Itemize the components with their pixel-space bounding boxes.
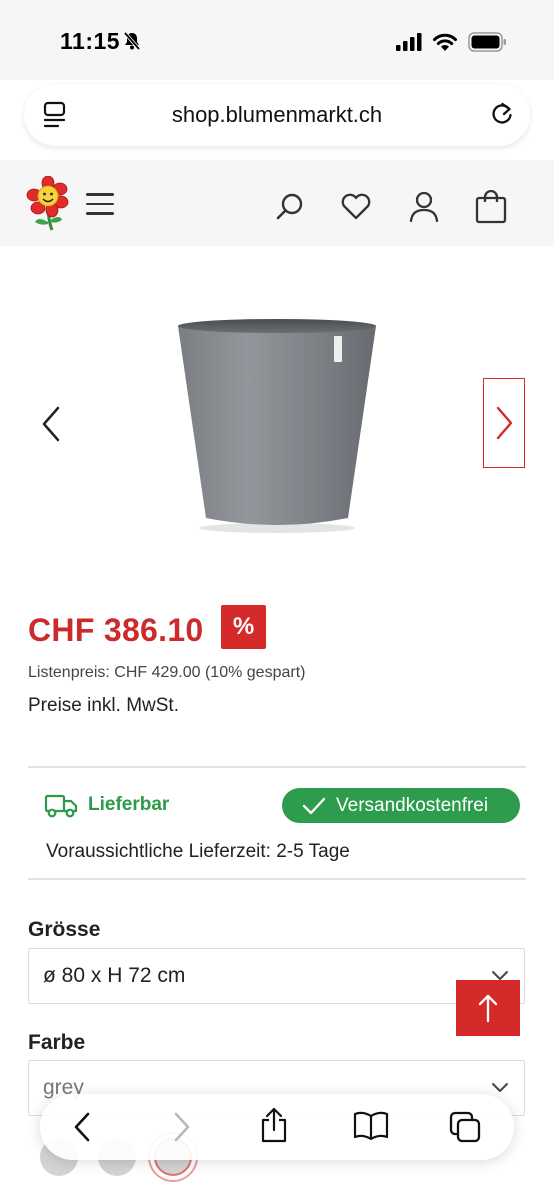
free-shipping-label: Versandkostenfrei (336, 794, 489, 816)
bell-off-icon (123, 31, 141, 51)
size-label: Grösse (28, 918, 101, 941)
menu-icon[interactable] (86, 193, 114, 215)
checkmark-icon (302, 797, 326, 814)
availability-status: Lieferbar (88, 794, 170, 815)
chevron-down-icon (492, 1083, 508, 1092)
back-icon[interactable] (70, 1110, 96, 1144)
heart-icon[interactable] (339, 190, 373, 224)
share-icon[interactable] (258, 1106, 290, 1144)
signal-icon (396, 33, 422, 51)
address-bar[interactable]: shop.blumenmarkt.ch (24, 84, 530, 146)
status-bar: 11:15 (0, 0, 554, 80)
chevron-right-icon (496, 406, 513, 440)
url-text[interactable]: shop.blumenmarkt.ch (24, 102, 530, 128)
status-time: 11:15 (60, 28, 121, 54)
product-image (178, 319, 376, 533)
divider (28, 878, 526, 880)
size-select[interactable]: ø 80 x H 72 cm (28, 948, 525, 1004)
wifi-icon (433, 33, 457, 51)
size-select-value: ø 80 x H 72 cm (43, 964, 186, 987)
delivery-time: Voraussichtliche Lieferzeit: 2-5 Tage (46, 841, 350, 862)
truck-icon (44, 794, 78, 818)
vat-note: Preise inkl. MwSt. (28, 695, 179, 716)
divider (28, 766, 526, 768)
gallery-next-button[interactable] (483, 378, 525, 468)
status-icons (396, 32, 508, 52)
discount-badge: % (221, 605, 266, 649)
product-gallery (0, 246, 554, 586)
color-label: Farbe (28, 1031, 86, 1054)
product-price: CHF 386.10 (28, 612, 204, 648)
reload-icon[interactable] (488, 100, 516, 128)
search-icon[interactable] (273, 190, 307, 224)
shopping-bag-icon[interactable] (474, 190, 508, 224)
tabs-icon[interactable] (448, 1110, 482, 1144)
free-shipping-badge: Versandkostenfrei (282, 788, 520, 823)
user-icon[interactable] (407, 190, 441, 224)
flower-logo-icon[interactable] (26, 176, 70, 232)
list-price: Listenpreis: CHF 429.00 (10% gespart) (28, 664, 306, 681)
bookmarks-icon[interactable] (352, 1110, 390, 1142)
back-to-top-button[interactable] (456, 980, 520, 1036)
site-header (0, 160, 554, 246)
battery-icon (468, 32, 506, 52)
browser-toolbar (40, 1094, 514, 1160)
gallery-prev-icon[interactable] (36, 404, 66, 444)
forward-icon[interactable] (168, 1110, 194, 1144)
arrow-up-icon (478, 994, 498, 1023)
